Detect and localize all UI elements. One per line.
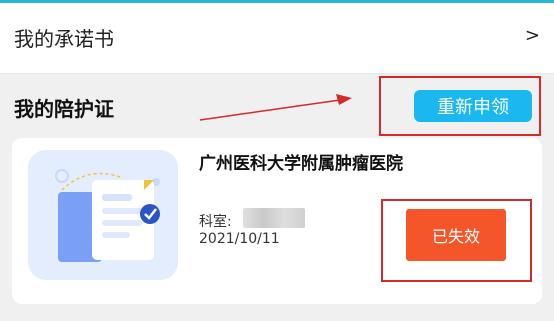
document-illustration-icon	[28, 150, 178, 280]
certificate-date: 2021/10/11	[199, 231, 280, 247]
reapply-button[interactable]: 重新申领	[414, 90, 532, 122]
status-expired-button[interactable]: 已失效	[406, 209, 506, 261]
department-value-redacted	[243, 208, 305, 228]
department-label: 科室:	[199, 214, 232, 230]
hospital-name: 广州医科大学附属肿瘤医院	[199, 154, 403, 174]
